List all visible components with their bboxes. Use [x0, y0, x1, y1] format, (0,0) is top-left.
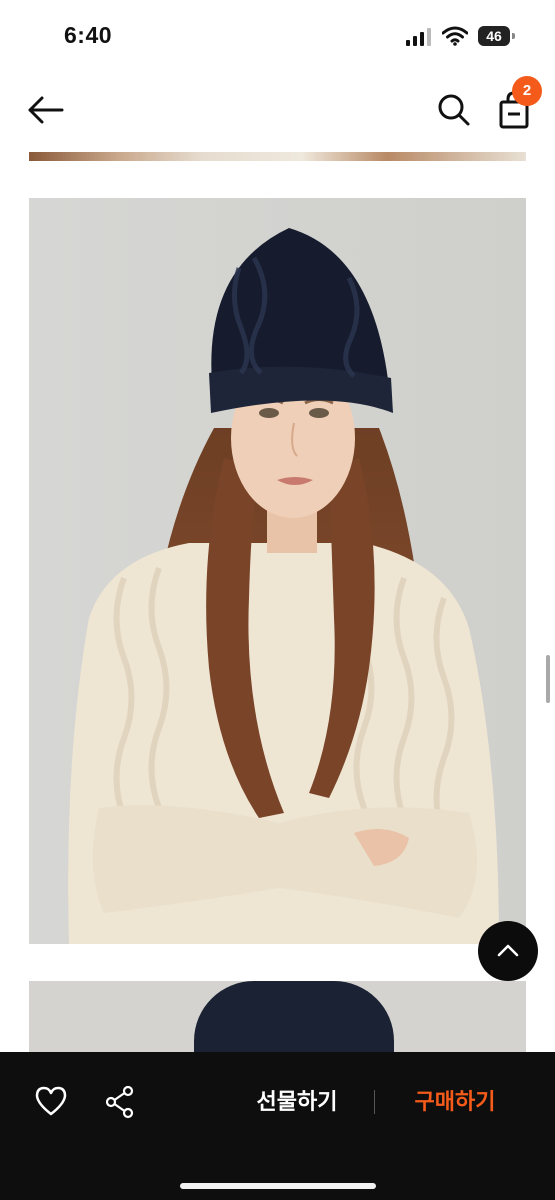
gift-button[interactable]: 선물하기: [238, 1082, 356, 1122]
heart-icon[interactable]: [34, 1085, 68, 1117]
bottom-action-bar: 선물하기 구매하기: [0, 1052, 555, 1200]
cellular-signal-icon: [406, 28, 431, 46]
back-arrow-icon[interactable]: [26, 92, 66, 128]
share-icon[interactable]: [104, 1085, 136, 1119]
product-image-next: [29, 981, 526, 1053]
product-image: [29, 198, 526, 944]
chevron-up-icon: [497, 944, 519, 957]
top-nav: [0, 70, 555, 150]
model-wearing-beanie-image: [29, 198, 526, 944]
beanie-image: [194, 981, 394, 1053]
scrollbar-thumb[interactable]: [546, 655, 550, 703]
battery-level: 46: [486, 28, 502, 44]
search-icon[interactable]: [436, 92, 472, 128]
status-bar: 6:40 46: [0, 0, 555, 70]
product-image-previous: [29, 152, 526, 161]
wifi-icon: [442, 26, 468, 46]
home-indicator: [180, 1183, 376, 1189]
cart-count-badge: 2: [512, 76, 542, 106]
button-divider: [374, 1090, 375, 1114]
buy-button[interactable]: 구매하기: [396, 1082, 514, 1122]
status-time: 6:40: [64, 22, 113, 48]
battery-indicator: 46: [478, 26, 516, 46]
scroll-to-top-button[interactable]: [478, 921, 538, 981]
